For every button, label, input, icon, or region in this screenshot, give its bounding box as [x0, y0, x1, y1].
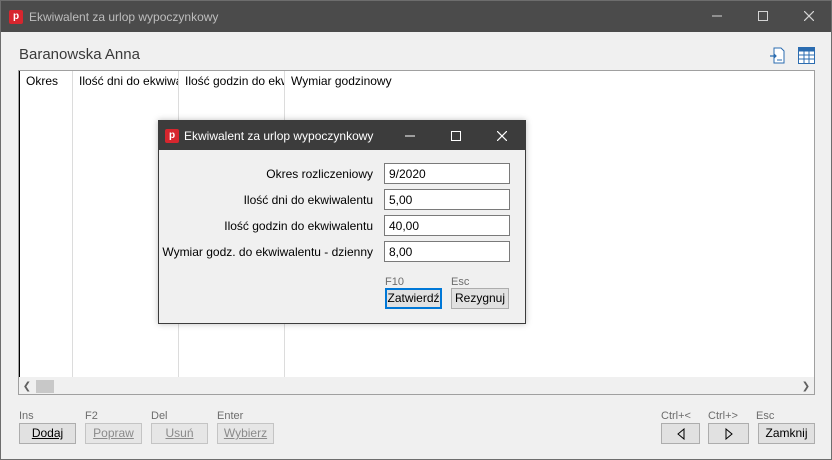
- table-icon: [798, 47, 815, 64]
- dialog-title: Ekwiwalent za urlop wypoczynkowy: [184, 129, 374, 143]
- minimize-icon: [405, 135, 415, 137]
- horizontal-scrollbar[interactable]: ❮ ❯: [19, 377, 814, 394]
- export-document-button[interactable]: [769, 47, 786, 64]
- export-document-icon: [770, 47, 785, 64]
- field-row-okres: Okres rozliczeniowy 9/2020: [159, 163, 525, 185]
- cancel-key-hint: Esc: [451, 276, 470, 288]
- close-icon: [803, 10, 815, 22]
- dni-label: Ilość dni do ekwiwalentu: [243, 193, 373, 207]
- dialog-app-logo-icon: p: [165, 129, 179, 143]
- cancel-button[interactable]: Rezygnuj: [451, 288, 509, 309]
- app-logo-icon: p: [9, 10, 23, 24]
- confirm-button[interactable]: Zatwierdź: [385, 288, 442, 309]
- godziny-label: Ilość godzin do ekwiwalentu: [224, 219, 373, 233]
- column-okres[interactable]: Okres: [19, 71, 73, 378]
- dialog-minimize-button[interactable]: [387, 121, 433, 150]
- confirm-button-label: Zatwierdź: [387, 291, 440, 305]
- scrollbar-thumb[interactable]: [36, 380, 54, 393]
- scroll-right-icon[interactable]: ❯: [798, 379, 814, 394]
- edit-button[interactable]: Popraw: [85, 423, 142, 444]
- column-header-wymiar[interactable]: Wymiar godzinowy: [285, 71, 405, 90]
- equivalent-dialog: p Ekwiwalent za urlop wypoczynkowy Okres…: [158, 120, 526, 324]
- field-row-godziny: Ilość godzin do ekwiwalentu 40,00: [159, 215, 525, 237]
- delete-button-label: Usuń: [165, 426, 194, 440]
- add-button[interactable]: Dodaj: [19, 423, 76, 444]
- wymiar-input[interactable]: 8,00: [384, 241, 510, 262]
- confirm-key-hint: F10: [385, 276, 404, 288]
- minimize-icon: [712, 15, 722, 17]
- close-window-button[interactable]: [786, 1, 832, 32]
- employee-name: Baranowska Anna: [19, 46, 140, 63]
- dialog-close-button[interactable]: [479, 121, 525, 150]
- table-view-button[interactable]: [798, 47, 815, 64]
- close-key-hint: Esc: [756, 410, 775, 422]
- okres-label: Okres rozliczeniowy: [266, 167, 373, 181]
- godziny-input[interactable]: 40,00: [384, 215, 510, 236]
- select-button[interactable]: Wybierz: [217, 423, 274, 444]
- window-title: Ekwiwalent za urlop wypoczynkowy: [29, 10, 219, 24]
- previous-button[interactable]: [661, 423, 700, 444]
- maximize-icon: [451, 131, 461, 141]
- field-row-dni: Ilość dni do ekwiwalentu 5,00: [159, 189, 525, 211]
- next-button[interactable]: [708, 423, 749, 444]
- okres-input[interactable]: 9/2020: [384, 163, 510, 184]
- cancel-button-label: Rezygnuj: [454, 291, 506, 305]
- minimize-button[interactable]: [694, 1, 740, 32]
- close-icon: [496, 130, 508, 142]
- wymiar-label: Wymiar godz. do ekwiwalentu - dzienny: [162, 245, 373, 259]
- scroll-left-icon[interactable]: ❮: [19, 379, 35, 394]
- title-bar[interactable]: p Ekwiwalent za urlop wypoczynkowy: [1, 1, 831, 32]
- maximize-icon: [758, 11, 768, 21]
- dialog-maximize-button[interactable]: [433, 121, 479, 150]
- dni-input[interactable]: 5,00: [384, 189, 510, 210]
- add-button-label: Dodaj: [31, 426, 64, 440]
- add-key-hint: Ins: [19, 410, 34, 422]
- select-button-label: Wybierz: [223, 426, 268, 440]
- triangle-right-icon: [725, 427, 733, 441]
- delete-key-hint: Del: [151, 410, 168, 422]
- delete-button[interactable]: Usuń: [151, 423, 208, 444]
- triangle-left-icon: [676, 427, 684, 441]
- close-button[interactable]: Zamknij: [758, 423, 815, 444]
- prev-key-hint: Ctrl+<: [661, 410, 691, 422]
- dialog-title-bar[interactable]: p Ekwiwalent za urlop wypoczynkowy: [159, 121, 525, 150]
- edit-key-hint: F2: [85, 410, 98, 422]
- edit-button-label: Popraw: [93, 426, 134, 440]
- next-key-hint: Ctrl+>: [708, 410, 738, 422]
- column-header-okres[interactable]: Okres: [20, 71, 72, 90]
- select-key-hint: Enter: [217, 410, 244, 422]
- maximize-button[interactable]: [740, 1, 786, 32]
- field-row-wymiar: Wymiar godz. do ekwiwalentu - dzienny 8,…: [159, 241, 525, 263]
- column-header-ilosc-godzin[interactable]: Ilość godzin do ekwiwalentu: [179, 71, 284, 90]
- close-button-label: Zamknij: [765, 426, 808, 440]
- column-header-ilosc-dni[interactable]: Ilość dni do ekwiwalentu: [73, 71, 178, 90]
